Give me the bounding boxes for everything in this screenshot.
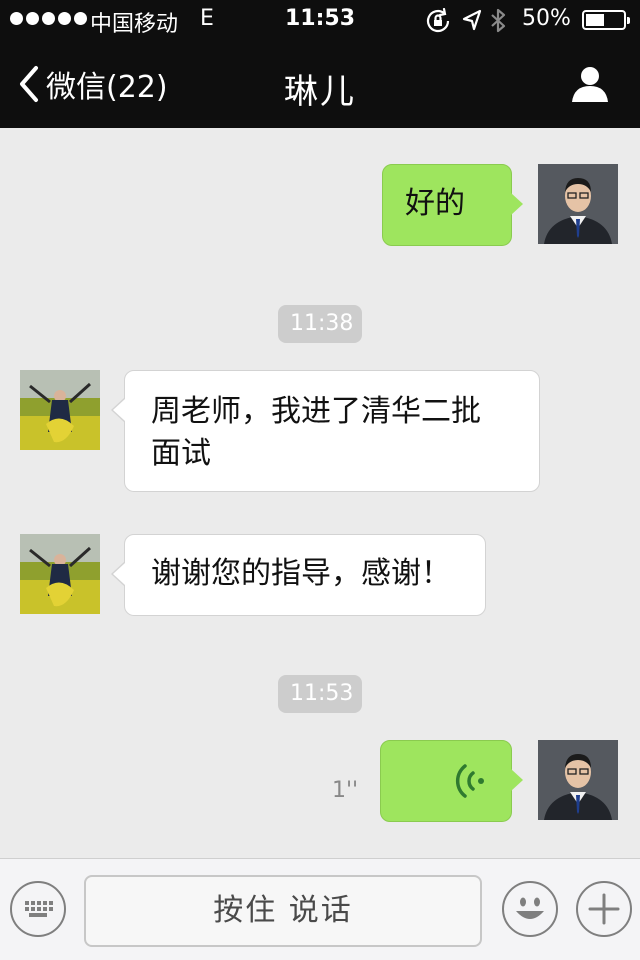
avatar-me[interactable] — [538, 740, 618, 820]
timestamp: 11:53 — [278, 675, 362, 713]
profile-button[interactable] — [570, 64, 610, 104]
status-icons — [424, 7, 524, 34]
message-bubble-sent[interactable]: 好的 — [382, 164, 523, 246]
avatar-contact[interactable] — [20, 370, 100, 450]
keyboard-toggle-button[interactable] — [10, 881, 66, 937]
avatar-contact[interactable] — [20, 534, 100, 614]
nav-bar: 微信(22) 琳儿 — [0, 40, 640, 128]
location-arrow-icon — [462, 9, 482, 31]
voice-duration: 1'' — [332, 778, 359, 803]
person-icon — [572, 67, 608, 102]
avatar-me[interactable] — [538, 164, 618, 244]
message-text-line: 面试 — [151, 436, 211, 471]
bluetooth-icon — [491, 8, 506, 33]
message-text: 谢谢您的指导，感谢！ — [151, 556, 451, 591]
message-text: 好的 — [405, 186, 465, 221]
top-bar: 中国移动 E 11:53 50% 微信(22) 琳儿 — [0, 0, 640, 128]
timestamp: 11:38 — [278, 305, 362, 343]
rotation-lock-icon — [426, 7, 450, 33]
voice-wave-icon — [455, 764, 484, 798]
keyboard-icon — [25, 901, 53, 917]
emoji-icon — [516, 897, 544, 919]
hold-to-talk-button[interactable]: 按住 说话 — [84, 875, 482, 947]
message-bubble-received[interactable]: 谢谢您的指导，感谢！ — [111, 534, 486, 616]
plus-icon — [588, 893, 620, 925]
status-bar: 中国移动 E 11:53 50% — [0, 0, 640, 40]
input-bar: 按住 说话 — [0, 858, 640, 960]
battery-percent: 50% — [522, 6, 571, 31]
message-bubble-received[interactable]: 周老师，我进了清华二批 面试 — [111, 370, 540, 492]
emoji-button[interactable] — [502, 881, 558, 937]
chat-title: 琳儿 — [284, 72, 356, 112]
battery-icon — [582, 10, 630, 30]
message-text-line: 周老师，我进了清华二批 — [151, 394, 481, 429]
more-button[interactable] — [576, 881, 632, 937]
voice-message-bubble[interactable] — [380, 740, 523, 822]
chat-area[interactable]: 好的 11:38 周老师，我进了清华二批 面试 谢谢您的指导，感谢！ 11:53… — [0, 128, 640, 858]
